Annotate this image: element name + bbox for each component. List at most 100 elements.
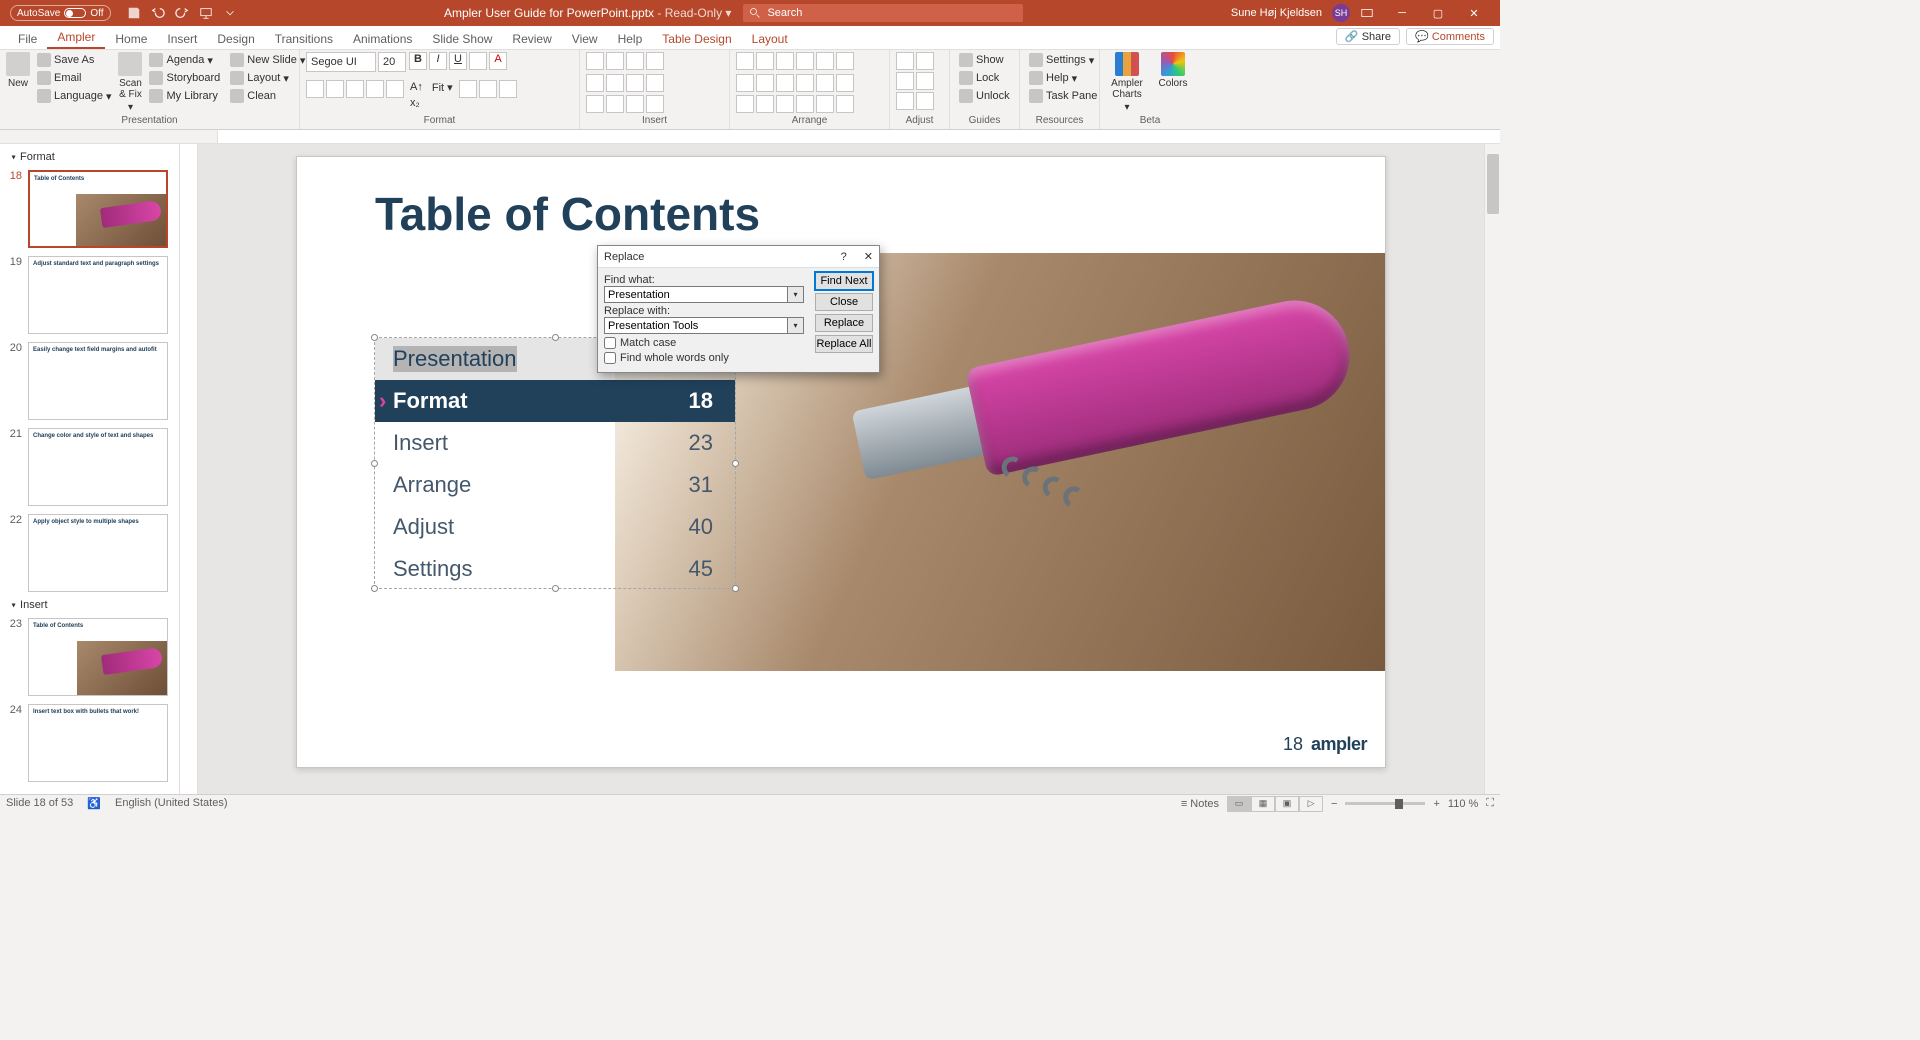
unlock-guides-button[interactable]: Unlock	[956, 88, 1013, 104]
grid-4[interactable]	[836, 95, 854, 113]
clean-button[interactable]: Clean	[227, 88, 308, 104]
align-center-obj[interactable]	[756, 52, 774, 70]
height-button[interactable]	[916, 52, 934, 70]
language-indicator[interactable]: English (United States)	[115, 797, 228, 810]
align-right-obj[interactable]	[776, 52, 794, 70]
slideshow-view-button[interactable]: ▷	[1299, 796, 1323, 812]
toc-row-insert[interactable]: Insert23	[375, 422, 735, 464]
icon-button[interactable]	[626, 95, 644, 113]
thumb-slide-24[interactable]: Insert text box with bullets that work!	[28, 704, 168, 782]
thumb-slide-22[interactable]: Apply object style to multiple shapes	[28, 514, 168, 592]
new-button[interactable]: New	[6, 52, 30, 89]
ribbon-display-icon[interactable]	[1360, 6, 1374, 20]
zoom-out-button[interactable]: −	[1331, 798, 1337, 810]
zoom-level[interactable]: 110 %	[1448, 798, 1478, 810]
toc-row-settings[interactable]: Settings45	[375, 548, 735, 590]
fill-button[interactable]	[459, 80, 477, 98]
settings-button[interactable]: Settings ▾	[1026, 52, 1100, 68]
slide-canvas[interactable]: Table of Contents Presentation3 Format18…	[198, 144, 1484, 794]
findnext-button[interactable]: Find Next	[815, 272, 873, 290]
tab-animations[interactable]: Animations	[343, 28, 422, 49]
rotate-button[interactable]	[816, 74, 834, 92]
thumb-slide-21[interactable]: Change color and style of text and shape…	[28, 428, 168, 506]
agenda-button[interactable]: Agenda ▾	[146, 52, 223, 68]
find-dropdown[interactable]: ▾	[788, 286, 804, 303]
front-button[interactable]	[736, 95, 754, 113]
connector-button[interactable]	[626, 74, 644, 92]
saveas-button[interactable]: Save As	[34, 52, 114, 68]
fit-to-window-button[interactable]: ⛶	[1486, 797, 1494, 810]
tab-review[interactable]: Review	[502, 28, 561, 49]
slide-thumbnails-panel[interactable]: Format 18 Table of Contents 19 Adjust st…	[0, 144, 180, 794]
normal-view-button[interactable]: ▭	[1227, 796, 1251, 812]
numbering-button[interactable]	[386, 80, 404, 98]
replaceall-button[interactable]: Replace All	[815, 335, 873, 353]
reading-view-button[interactable]: ▣	[1275, 796, 1299, 812]
tab-help[interactable]: Help	[608, 28, 653, 49]
minimize-button[interactable]: ─	[1384, 0, 1420, 26]
language-button[interactable]: Language ▾	[34, 88, 114, 104]
replace-button[interactable]: Replace	[815, 314, 873, 332]
increase-font-button[interactable]: A↑	[407, 80, 426, 94]
toc-textbox[interactable]: Presentation3 Format18 Insert23 Arrange3…	[374, 337, 736, 589]
oval-button[interactable]	[626, 52, 644, 70]
align-left-button[interactable]	[306, 80, 324, 98]
toc-row-arrange[interactable]: Arrange31	[375, 464, 735, 506]
bold-button[interactable]: B	[409, 52, 427, 70]
lock-guides-button[interactable]: Lock	[956, 70, 1013, 86]
tab-file[interactable]: File	[8, 28, 47, 49]
width-button[interactable]	[896, 52, 914, 70]
layout-button[interactable]: Layout ▾	[227, 70, 308, 86]
align-center-button[interactable]	[326, 80, 344, 98]
toc-row-adjust[interactable]: Adjust40	[375, 506, 735, 548]
match-case-checkbox[interactable]: Match case	[604, 337, 804, 349]
maximize-button[interactable]: ▢	[1420, 0, 1456, 26]
effects-button[interactable]	[499, 80, 517, 98]
whole-words-checkbox[interactable]: Find whole words only	[604, 352, 804, 364]
font-name-input[interactable]: Segoe UI	[306, 52, 376, 72]
table-button[interactable]	[646, 74, 664, 92]
distribute-h[interactable]	[736, 74, 754, 92]
save-icon[interactable]	[127, 6, 141, 20]
font-size-input[interactable]: 20	[378, 52, 406, 72]
align-middle-obj[interactable]	[816, 52, 834, 70]
same-height[interactable]	[916, 72, 934, 90]
rounded-button[interactable]	[646, 52, 664, 70]
sorter-view-button[interactable]: ▦	[1251, 796, 1275, 812]
zoom-slider[interactable]	[1345, 802, 1425, 805]
dialog-close-button[interactable]: ✕	[864, 251, 873, 263]
help-button[interactable]: Help ▾	[1026, 70, 1100, 86]
tab-ampler[interactable]: Ampler	[47, 26, 105, 49]
user-avatar[interactable]: SH	[1332, 4, 1350, 22]
thumb-slide-23[interactable]: Table of Contents	[28, 618, 168, 696]
notes-button[interactable]: ≡ Notes	[1181, 798, 1219, 810]
resize-button[interactable]	[916, 92, 934, 110]
italic-button[interactable]: I	[429, 52, 447, 70]
align-bottom-obj[interactable]	[836, 52, 854, 70]
tab-insert[interactable]: Insert	[157, 28, 207, 49]
share-button[interactable]: 🔗 Share	[1336, 28, 1400, 45]
storyboard-button[interactable]: Storyboard	[146, 70, 223, 86]
group-button[interactable]	[776, 74, 794, 92]
same-width[interactable]	[896, 72, 914, 90]
tab-layout[interactable]: Layout	[742, 28, 798, 49]
flip-button[interactable]	[836, 74, 854, 92]
scroll-thumb[interactable]	[1487, 154, 1499, 214]
distribute-v[interactable]	[756, 74, 774, 92]
zoom-in-button[interactable]: +	[1433, 798, 1439, 810]
autosave-toggle[interactable]: AutoSave Off	[10, 5, 111, 21]
vertical-ruler[interactable]	[180, 144, 198, 794]
scanfix-button[interactable]: Scan & Fix ▾	[118, 52, 142, 113]
tab-slideshow[interactable]: Slide Show	[422, 28, 502, 49]
tab-transitions[interactable]: Transitions	[265, 28, 343, 49]
ampler-charts-button[interactable]: Ampler Charts ▾	[1106, 52, 1148, 113]
section-insert[interactable]: Insert	[0, 596, 179, 614]
accessibility-icon[interactable]: ♿	[87, 797, 101, 810]
section-format[interactable]: Format	[0, 148, 179, 166]
tab-view[interactable]: View	[562, 28, 608, 49]
line-button[interactable]	[586, 74, 604, 92]
chart-button[interactable]	[586, 95, 604, 113]
tab-home[interactable]: Home	[105, 28, 157, 49]
show-guides-button[interactable]: Show	[956, 52, 1013, 68]
thumb-slide-19[interactable]: Adjust standard text and paragraph setti…	[28, 256, 168, 334]
